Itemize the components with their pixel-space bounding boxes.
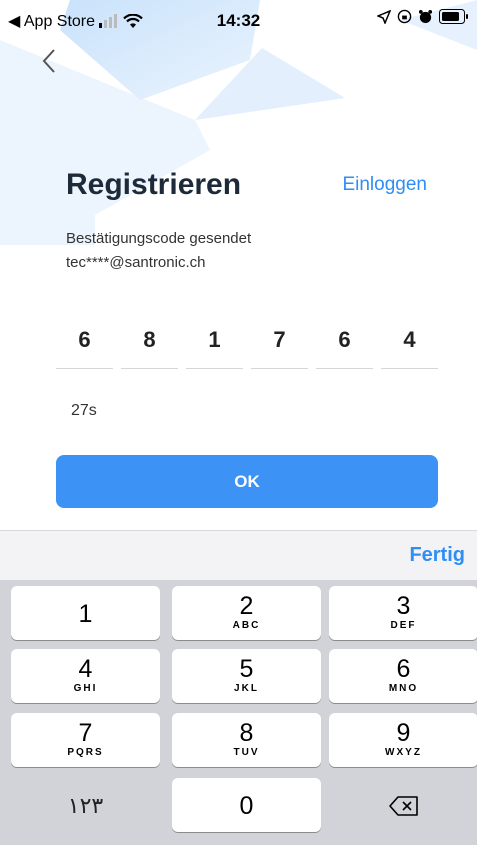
- key-3-letters: DEF: [390, 620, 417, 631]
- key-3-digit: 3: [396, 592, 411, 620]
- code-digit-1[interactable]: 6: [56, 320, 113, 369]
- key-6-letters: MNO: [388, 683, 419, 694]
- key-5-letters: JKL: [234, 683, 259, 694]
- key-6-digit: 6: [396, 655, 411, 683]
- code-digit-4[interactable]: 7: [251, 320, 308, 369]
- code-digit-2[interactable]: 8: [121, 320, 178, 369]
- key-9-digit: 9: [396, 719, 411, 747]
- key-1-digit: 1: [78, 600, 93, 628]
- alarm-icon: [418, 9, 433, 24]
- numeric-keypad: 1 2 ABC 3 DEF 4 GHI 5 JKL 6 MNO 7 PQRS 8…: [0, 580, 477, 845]
- key-8-letters: TUV: [233, 747, 260, 758]
- done-button[interactable]: Fertig: [409, 544, 465, 567]
- back-chevron-icon[interactable]: [36, 46, 66, 76]
- key-2-letters: ABC: [232, 620, 261, 631]
- key-4[interactable]: 4 GHI: [11, 649, 160, 703]
- key-2[interactable]: 2 ABC: [172, 586, 321, 640]
- key-7-letters: PQRS: [67, 747, 104, 758]
- key-4-letters: GHI: [73, 683, 98, 694]
- alternate-numerals-label: ١٢٣: [67, 793, 104, 818]
- code-digit-5[interactable]: 6: [316, 320, 373, 369]
- key-5[interactable]: 5 JKL: [172, 649, 321, 703]
- key-9-letters: WXYZ: [385, 747, 422, 758]
- alternate-numerals-key[interactable]: ١٢٣: [11, 778, 160, 832]
- location-icon: [377, 9, 391, 24]
- key-0-digit: 0: [239, 792, 254, 820]
- key-7-digit: 7: [78, 719, 93, 747]
- code-sent-info: Bestätigungscode gesendet tec****@santro…: [66, 227, 251, 275]
- keyboard-toolbar: Fertig: [0, 530, 477, 580]
- code-sent-message: Bestätigungscode gesendet: [66, 230, 252, 247]
- key-0[interactable]: 0: [172, 778, 321, 832]
- delete-key[interactable]: [329, 778, 477, 832]
- ok-button[interactable]: OK: [56, 455, 438, 508]
- key-5-digit: 5: [239, 655, 254, 683]
- key-3[interactable]: 3 DEF: [329, 586, 477, 640]
- backspace-icon: [388, 796, 418, 816]
- key-6[interactable]: 6 MNO: [329, 649, 477, 703]
- resend-countdown: 27s: [71, 402, 97, 419]
- code-digit-6[interactable]: 4: [381, 320, 438, 369]
- code-digit-3[interactable]: 1: [186, 320, 243, 369]
- key-8-digit: 8: [239, 719, 254, 747]
- key-7[interactable]: 7 PQRS: [11, 713, 160, 767]
- key-2-digit: 2: [239, 592, 254, 620]
- key-8[interactable]: 8 TUV: [172, 713, 321, 767]
- screen-lock-icon: [397, 9, 412, 24]
- status-bar: ◀ App Store 14:32: [0, 0, 477, 40]
- verification-code-input[interactable]: 6 8 1 7 6 4: [56, 320, 438, 369]
- page-title: Registrieren: [66, 168, 242, 201]
- key-4-digit: 4: [78, 655, 93, 683]
- masked-email: tec****@santronic.ch: [66, 254, 206, 271]
- key-1[interactable]: 1: [11, 586, 160, 640]
- login-link[interactable]: Einloggen: [342, 174, 427, 196]
- battery-icon: [439, 9, 468, 24]
- key-9[interactable]: 9 WXYZ: [329, 713, 477, 767]
